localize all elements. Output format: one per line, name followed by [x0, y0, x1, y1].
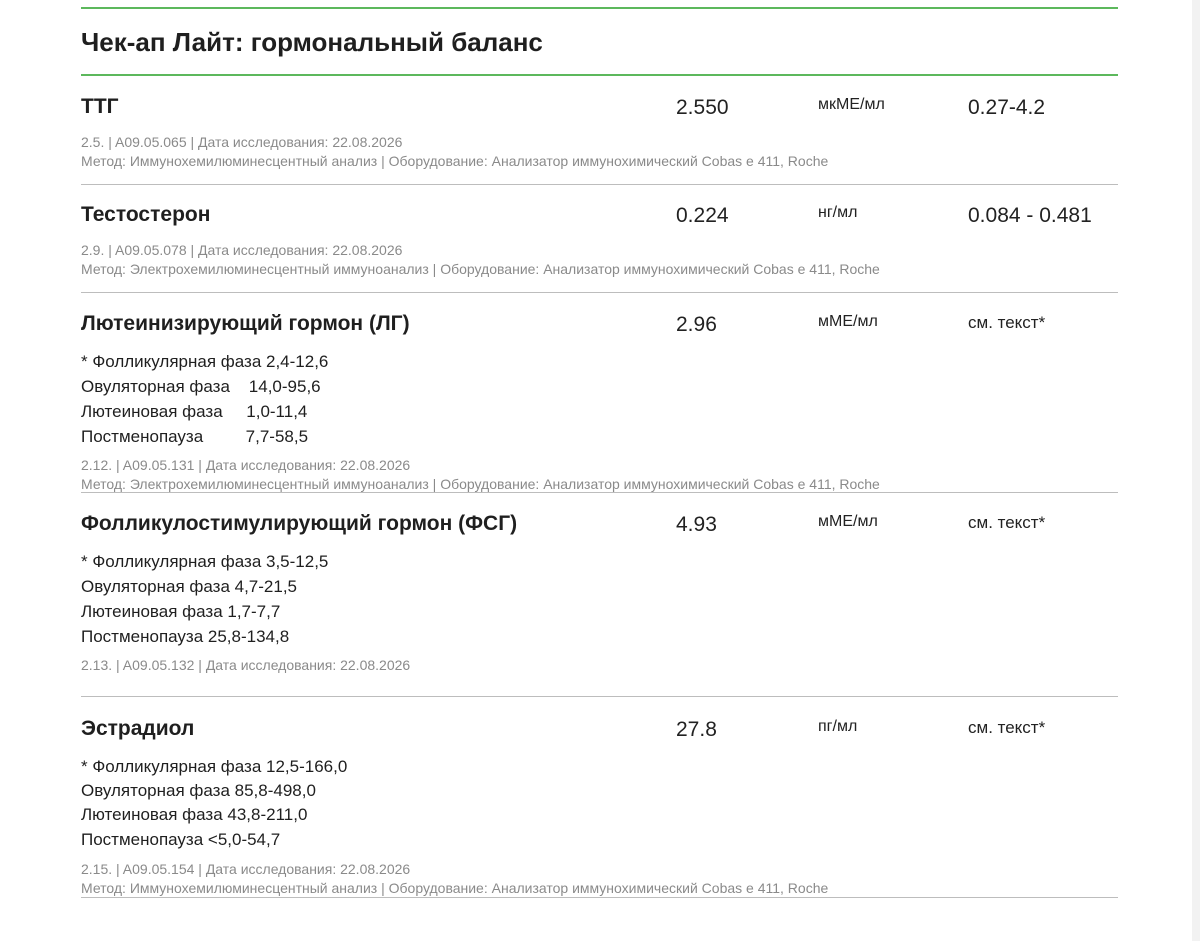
title-green-rule	[81, 74, 1118, 76]
row-separator	[81, 897, 1118, 898]
reference-note-line: * Фолликулярная фаза 12,5-166,0	[81, 757, 348, 776]
test-code-line: 2.12. | A09.05.131 | Дата исследования: …	[81, 457, 411, 473]
test-reference: см. текст*	[968, 313, 1046, 332]
reference-note-line: Лютеиновая фаза 1,0-11,4	[81, 402, 308, 421]
test-name: Лютеинизирующий гормон (ЛГ)	[81, 312, 410, 335]
test-unit: мМЕ/мл	[818, 513, 878, 530]
test-name: Эстрадиол	[81, 717, 195, 740]
test-code-line: 2.15. | A09.05.154 | Дата исследования: …	[81, 861, 411, 877]
page-title: Чек-ап Лайт: гормональный баланс	[81, 27, 543, 57]
test-name: ТТГ	[81, 95, 119, 118]
test-unit: мкМЕ/мл	[818, 96, 885, 113]
test-value: 27.8	[676, 718, 717, 741]
test-reference: см. текст*	[968, 513, 1046, 532]
test-reference: см. текст*	[968, 718, 1046, 737]
test-value: 2.96	[676, 313, 717, 336]
test-method-line: Метод: Иммунохемилюминесцентный анализ |…	[81, 880, 829, 896]
test-code-line: 2.9. | A09.05.078 | Дата исследования: 2…	[81, 242, 403, 258]
reference-note-line: Постменопауза <5,0-54,7	[81, 830, 281, 849]
reference-note-line: * Фолликулярная фаза 2,4-12,6	[81, 352, 329, 371]
test-method-line: Метод: Иммунохемилюминесцентный анализ |…	[81, 153, 829, 169]
test-value: 4.93	[676, 513, 717, 536]
test-reference: 0.084 - 0.481	[968, 204, 1092, 227]
report-page: Чек-ап Лайт: гормональный баланс ТТГ 2.5…	[0, 0, 1192, 941]
test-name: Фолликулостимулирующий гормон (ФСГ)	[81, 512, 518, 535]
reference-note-line: Постменопауза 7,7-58,5	[81, 427, 309, 446]
test-code-line: 2.5. | A09.05.065 | Дата исследования: 2…	[81, 134, 403, 150]
test-unit: мМЕ/мл	[818, 313, 878, 330]
test-unit: пг/мл	[818, 718, 858, 735]
row-separator	[81, 184, 1118, 185]
test-unit: нг/мл	[818, 204, 858, 221]
test-method-line: Метод: Электрохемилюминесцентный иммуноа…	[81, 261, 880, 277]
test-code-line: 2.13. | A09.05.132 | Дата исследования: …	[81, 657, 411, 673]
row-separator	[81, 492, 1118, 493]
test-reference: 0.27-4.2	[968, 96, 1046, 119]
reference-note-line: Овуляторная фаза 4,7-21,5	[81, 577, 298, 596]
top-green-rule	[81, 7, 1118, 9]
reference-note-line: * Фолликулярная фаза 3,5-12,5	[81, 552, 329, 571]
reference-note-line: Постменопауза 25,8-134,8	[81, 627, 290, 646]
test-method-line: Метод: Электрохемилюминесцентный иммуноа…	[81, 476, 880, 492]
test-name: Тестостерон	[81, 203, 211, 226]
reference-note-line: Лютеиновая фаза 43,8-211,0	[81, 805, 308, 824]
reference-note-line: Лютеиновая фаза 1,7-7,7	[81, 602, 281, 621]
reference-note-line: Овуляторная фаза 14,0-95,6	[81, 377, 321, 396]
row-separator	[81, 696, 1118, 697]
row-separator	[81, 292, 1118, 293]
test-value: 0.224	[676, 204, 729, 227]
reference-note-line: Овуляторная фаза 85,8-498,0	[81, 781, 316, 800]
test-value: 2.550	[676, 96, 729, 119]
